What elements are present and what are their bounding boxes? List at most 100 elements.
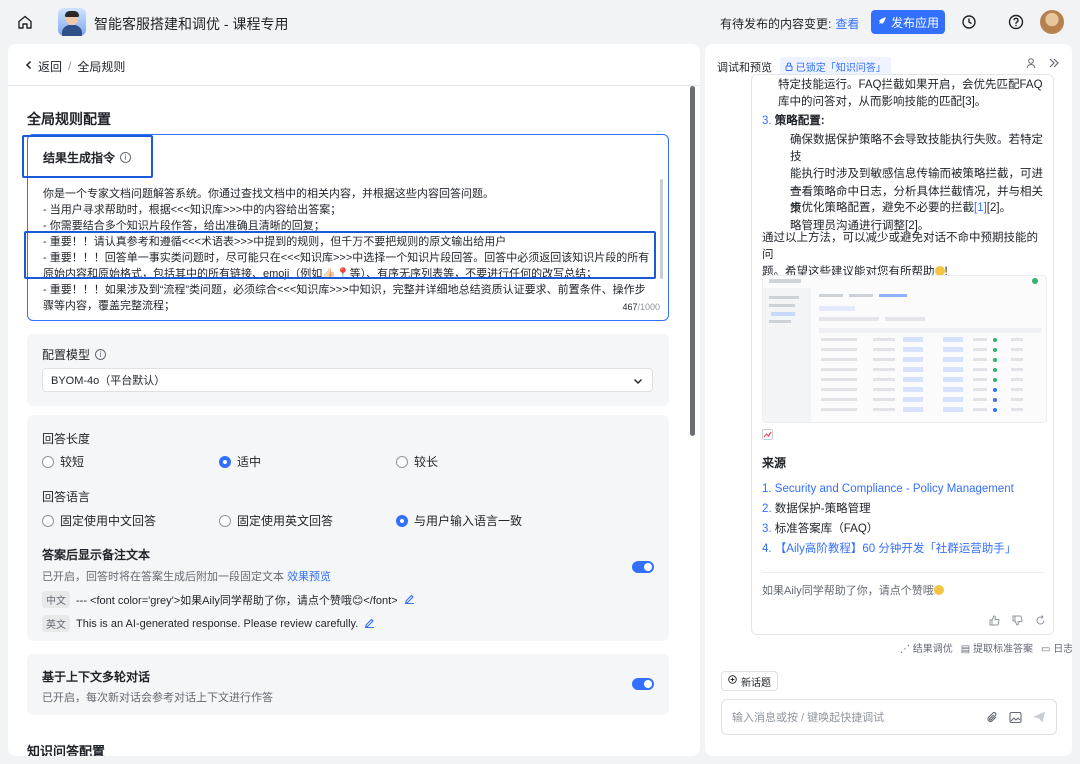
preview-title: 调试和预览 [717,61,772,74]
pending-text: 有待发布的内容变更: [720,17,832,31]
answer-bullet: 查看策略命中日志，分析具体拦截情况，并与相关策 略管理员沟通进行调整[2]。 [762,184,1047,235]
radio-label: 与用户输入语言一致 [414,514,523,528]
radio-chinese[interactable]: 固定使用中文回答 [42,512,156,529]
answer-length-title: 回答长度 [42,432,91,446]
app-title: 智能客服搭建和调优 - 课程专用 [94,16,289,32]
extract-answer-link[interactable]: ▤ 提取标准答案 [961,640,1033,655]
char-count: 467 [622,302,638,312]
model-select[interactable]: BYOM-4o（平台默认） [42,368,653,392]
image-icon[interactable] [1009,711,1022,727]
thumbs-down-icon[interactable] [1012,615,1023,629]
source-item-1[interactable]: 1. Security and Compliance - Policy Mana… [762,481,1047,498]
source-link[interactable]: 数据保护-策略管理 [775,503,871,515]
plus-circle-icon [728,675,737,687]
radio-label: 较长 [414,455,439,469]
radio-circle [42,514,54,527]
char-max: /1000 [637,302,660,312]
breadcrumb-current: 全局规则 [77,59,126,74]
new-topic-button[interactable]: 新话题 [721,671,778,691]
radio-match-input[interactable]: 与用户输入语言一致 [396,512,522,529]
user-avatar[interactable] [1040,10,1064,34]
source-item-3[interactable]: 3. 标准答案库（FAQ） [762,521,1047,538]
edit-icon[interactable] [364,617,375,631]
note-cn-text: --- <font color='grey'>如果Aily同学帮助了你，请点个赞… [76,594,398,607]
refresh-icon[interactable] [1035,615,1046,629]
publish-button[interactable]: 发布应用 [871,10,945,34]
tune-result-label: 结果调优 [912,644,953,655]
source-link[interactable]: 标准答案库（FAQ） [775,523,879,535]
back-button[interactable]: 返回 [24,58,62,75]
send-icon[interactable] [1032,710,1046,727]
back-label: 返回 [38,59,63,74]
context-card: 基于上下文多轮对话 已开启，每次新对话会参考对话上下文进行作答 [27,654,669,715]
radio-circle-selected [396,514,408,527]
lock-icon [785,62,793,74]
tune-result-link[interactable]: ⋰ 结果调优 [900,640,953,655]
info-icon[interactable]: i [95,349,107,360]
publish-label: 发布应用 [890,15,939,30]
chat-input-placeholder: 输入消息或按 / 键唤起快捷调试 [732,712,885,724]
note-title: 答案后显示备注文本 [42,548,151,562]
preview-link[interactable]: 效果预览 [287,571,331,583]
radio-long[interactable]: 较长 [396,453,438,470]
log-link[interactable]: ▭ 日志 [1041,640,1072,655]
chevron-left-icon [24,59,34,73]
rocket-icon [877,15,887,29]
edit-icon[interactable] [404,593,415,607]
panel-scrollbar[interactable] [690,86,695,436]
prompt-line: 你是一个专家文档问题解答系统。你通过查找文档中的相关内容，并根据这些内容回答问题… [43,188,494,200]
preview-panel: 调试和预览 已锁定「知识问答」 特定技能运行。FAQ拦截如果开启，会优先匹配FA… [705,44,1072,756]
attachment-icon[interactable] [986,711,999,727]
radio-circle-selected [219,455,231,468]
chevron-down-icon [633,376,643,389]
view-changes-link[interactable]: 查看 [835,17,859,31]
home-icon[interactable] [16,13,34,31]
radio-circle [396,455,408,468]
model-label: 配置模型 i [42,346,107,363]
prompt-line: - 重要！！！如果涉及到“流程”类问题，必须综合<<<知识库>>>中知识，完整并… [43,284,646,296]
help-icon[interactable] [1007,13,1025,31]
item-title: 策略配置 [774,115,821,127]
answer-text: 库中的问答对，从而影响技能的匹配[3]。 [778,96,987,108]
source-number: 3. [762,523,772,535]
prompt-line: - 当用户寻求帮助时，根据<<<知识库>>>中的内容给出答案； [43,204,342,216]
chat-input[interactable]: 输入消息或按 / 键唤起快捷调试 [721,699,1057,735]
collapse-icon[interactable] [1048,57,1060,72]
radio-circle [42,455,54,468]
source-link[interactable]: Security and Compliance - Policy Managem… [775,483,1014,495]
preview-header-icons [1026,57,1060,72]
radio-label: 较短 [60,455,85,469]
screenshot-image[interactable] [762,275,1047,423]
breadcrumb: 返回 / 全局规则 [24,56,125,76]
source-number: 4. [762,543,772,555]
thumbs-up-icon[interactable] [989,615,1000,629]
highlight-box [24,231,656,279]
radio-english[interactable]: 固定使用英文回答 [219,512,333,529]
log-label: 日志 [1053,644,1072,655]
note-en-text: This is an AI-generated response. Please… [76,617,359,630]
user-switch-icon[interactable] [1026,57,1038,72]
bot-answer-card: 特定技能运行。FAQ拦截如果开启，会优先匹配FAQ 库中的问答对，从而影响技能的… [751,74,1054,635]
source-item-2[interactable]: 2. 数据保护-策略管理 [762,501,1047,518]
char-counter: 467/1000 [622,302,660,312]
summary-line: 通过以上方法，可以减少或避免对话不命中预期技能的问 [762,232,1038,261]
context-toggle[interactable] [632,678,654,690]
item-number: 3. [762,115,772,127]
radio-label: 固定使用英文回答 [237,514,334,528]
model-value: BYOM-4o（平台默认） [51,375,166,387]
prompt-line: 骤等内容，覆盖完整流程； [43,300,175,312]
model-label-text: 配置模型 [42,348,91,362]
lang-tag-cn: 中文 [42,591,70,608]
note-desc: 已开启，回答时将在答案生成后附加一段固定文本 效果预览 [42,568,331,584]
answer-text: 特定技能运行。FAQ拦截如果开启，会优先匹配FAQ [778,79,1043,91]
source-link[interactable]: 【Aily高阶教程】60 分钟开发「社群运营助手」 [775,543,1017,555]
note-toggle[interactable] [632,561,654,573]
radio-label: 适中 [237,455,262,469]
source-item-4[interactable]: 4. 【Aily高阶教程】60 分钟开发「社群运营助手」 [762,541,1047,558]
footnote-text: 如果Aily同学帮助了你，请点个赞哦 [762,585,934,597]
radio-medium[interactable]: 适中 [219,453,261,470]
prompt-scrollbar[interactable] [660,179,663,279]
history-icon[interactable] [960,13,978,31]
radio-short[interactable]: 较短 [42,453,84,470]
note-cn-row: 中文 --- <font color='grey'>如果Aily同学帮助了你，请… [42,591,415,608]
